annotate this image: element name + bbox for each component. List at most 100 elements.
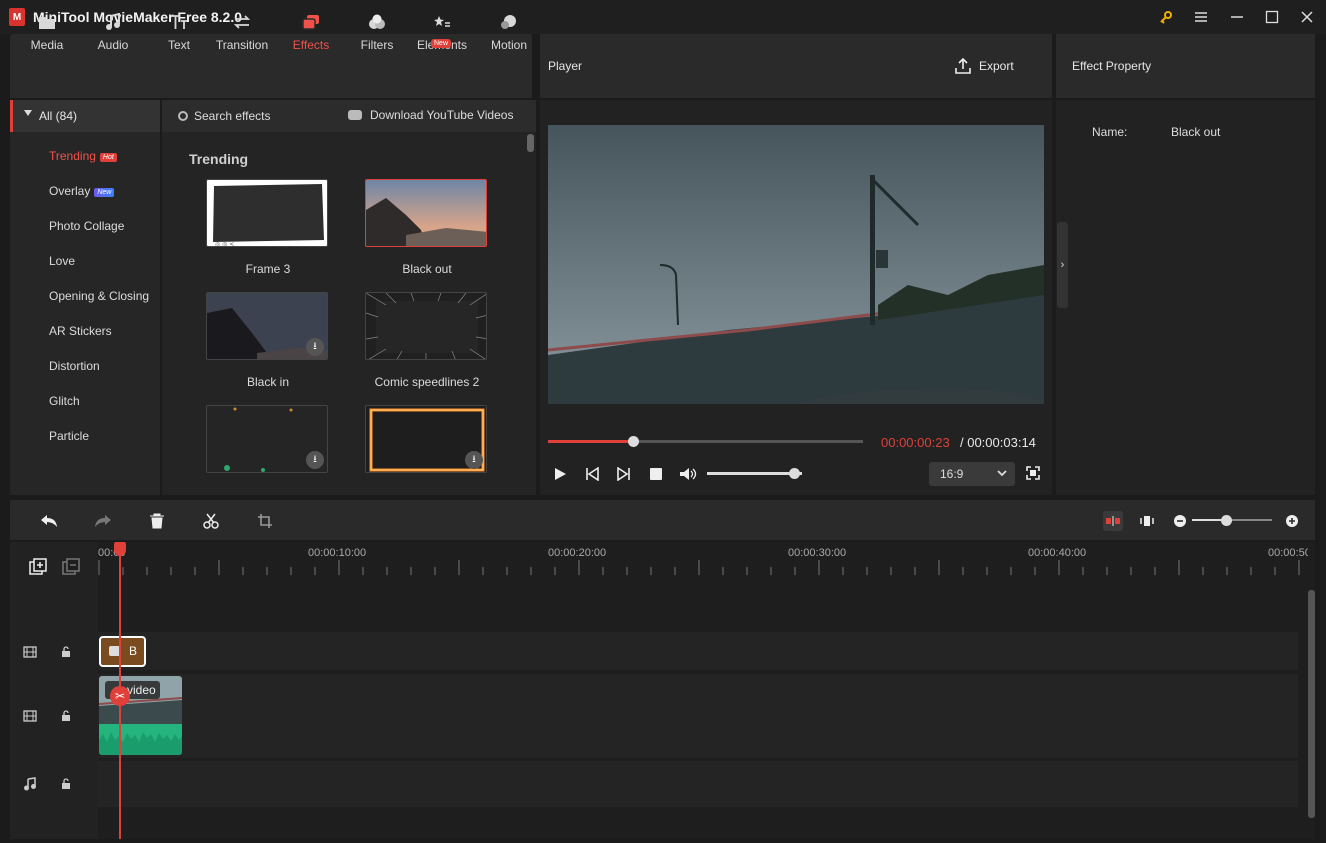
delete-icon[interactable] [147, 511, 167, 531]
track-row-audio[interactable] [98, 761, 1298, 807]
close-icon[interactable] [1295, 6, 1319, 28]
download-icon[interactable]: ⭳ [306, 338, 324, 356]
stop-icon[interactable] [647, 465, 665, 483]
music-note-icon [103, 12, 123, 32]
tab-text[interactable]: Text [158, 0, 200, 64]
split-scissors-icon[interactable]: ✂ [110, 686, 130, 706]
tab-media[interactable]: Media [20, 0, 74, 64]
track-header-column [10, 542, 98, 839]
search-effects-input[interactable]: Search effects [194, 109, 271, 123]
download-icon[interactable]: ⭳ [306, 451, 324, 469]
tab-effects[interactable]: Effects [286, 0, 336, 64]
music-note-icon [23, 777, 37, 791]
lock-icon[interactable] [60, 646, 72, 658]
zoom-knob[interactable] [1220, 515, 1232, 526]
filters-icon [367, 12, 387, 32]
fullscreen-icon[interactable] [1026, 466, 1040, 480]
add-track-icon[interactable] [29, 558, 47, 576]
progress-fill [548, 440, 634, 443]
video-preview[interactable] [548, 125, 1044, 404]
download-icon[interactable]: ⭳ [465, 451, 483, 469]
effect-clip[interactable] [99, 636, 146, 667]
effect-label: Black out [402, 262, 452, 276]
export-button[interactable]: Export [955, 55, 1025, 77]
previous-frame-icon[interactable] [583, 465, 601, 483]
ruler-ticks [98, 560, 1300, 575]
category-ar-stickers[interactable]: AR Stickers [49, 324, 112, 338]
volume-track[interactable] [707, 472, 802, 475]
tab-text-label: Text [167, 38, 190, 52]
frame-thumbnail: ◎ ◎ < [213, 184, 324, 246]
effects-icon [301, 12, 321, 32]
tick-label: 00:00:30:00 [788, 547, 847, 559]
next-frame-icon[interactable] [615, 465, 633, 483]
undo-icon[interactable] [39, 511, 59, 531]
search-icon[interactable] [178, 111, 188, 121]
chevron-down-icon [996, 467, 1008, 482]
category-opening-closing[interactable]: Opening & Closing [49, 289, 149, 303]
effect-thumb-black-out[interactable] [365, 179, 487, 247]
category-love[interactable]: Love [49, 254, 75, 268]
tab-media-label: Media [30, 38, 64, 52]
maximize-icon[interactable] [1260, 6, 1284, 28]
tab-elements[interactable]: Elements [414, 0, 470, 64]
remove-track-icon[interactable] [62, 558, 80, 576]
zoom-out-icon[interactable] [1170, 511, 1190, 531]
tab-motion[interactable]: Motion [486, 0, 532, 64]
category-glitch[interactable]: Glitch [49, 394, 80, 408]
hot-badge: Hot [99, 153, 117, 162]
snap-icon[interactable] [1103, 511, 1123, 531]
fit-timeline-icon[interactable] [1137, 511, 1157, 531]
track-row-video[interactable] [98, 674, 1298, 758]
volume-icon[interactable] [679, 465, 697, 483]
youtube-download-icon[interactable] [348, 110, 362, 120]
property-title: Effect Property [1072, 59, 1152, 73]
panel-collapse-toggle[interactable]: › [1057, 222, 1068, 308]
effects-scrollbar[interactable] [527, 134, 534, 152]
tab-transition[interactable]: Transition [210, 0, 274, 64]
lock-icon[interactable] [60, 778, 72, 790]
video-frame-image [548, 125, 1044, 404]
minimize-icon[interactable] [1225, 6, 1249, 28]
download-youtube-button[interactable]: Download YouTube Videos [370, 108, 513, 122]
speedlines-thumbnail [366, 293, 486, 359]
tab-audio[interactable]: Audio [88, 0, 138, 64]
property-name-value: Black out [1171, 125, 1221, 139]
tab-filters[interactable]: Filters [354, 0, 400, 64]
key-icon[interactable] [1154, 6, 1178, 28]
transition-arrows-icon [232, 12, 252, 32]
play-icon[interactable] [551, 465, 569, 483]
effect-thumb-particles[interactable]: ⭳ [206, 405, 328, 473]
category-overlay[interactable]: Overlay New [49, 184, 115, 198]
category-distortion[interactable]: Distortion [49, 359, 100, 373]
menu-icon[interactable] [1189, 6, 1213, 28]
tab-transition-label: Transition [215, 38, 269, 52]
chevron-right-icon: › [1060, 259, 1065, 271]
effect-thumb-frame-3[interactable]: ◎ ◎ < [206, 179, 328, 247]
folder-icon [37, 12, 57, 32]
zoom-in-icon[interactable] [1282, 511, 1302, 531]
timeline-ruler[interactable] [98, 542, 1308, 582]
category-label: Trending [49, 149, 96, 163]
elements-new-badge: New [431, 39, 452, 48]
category-all-label: All (84) [39, 109, 78, 123]
category-all[interactable]: All (84) [10, 100, 160, 132]
category-trending[interactable]: Trending Hot [49, 149, 117, 163]
effect-thumb-fire-frame[interactable]: ⭳ [365, 405, 487, 473]
progress-knob[interactable] [628, 436, 640, 447]
redo-icon[interactable] [93, 511, 113, 531]
effect-thumb-black-in[interactable]: ⭳ [206, 292, 328, 360]
crop-icon[interactable] [255, 511, 275, 531]
track-row-effect[interactable] [98, 632, 1298, 670]
category-particle[interactable]: Particle [49, 429, 89, 443]
aspect-ratio-value: 16:9 [940, 467, 964, 481]
category-photo-collage[interactable]: Photo Collage [49, 219, 124, 233]
split-scissors-icon[interactable] [201, 511, 221, 531]
film-icon [23, 645, 37, 659]
time-total: / 00:00:03:14 [960, 435, 1036, 450]
lock-icon[interactable] [60, 710, 72, 722]
timeline-scrollbar[interactable] [1308, 590, 1315, 818]
effect-thumb-comic-speedlines-2[interactable] [365, 292, 487, 360]
effect-label: Black in [246, 375, 290, 389]
playhead-handle[interactable] [114, 542, 126, 556]
